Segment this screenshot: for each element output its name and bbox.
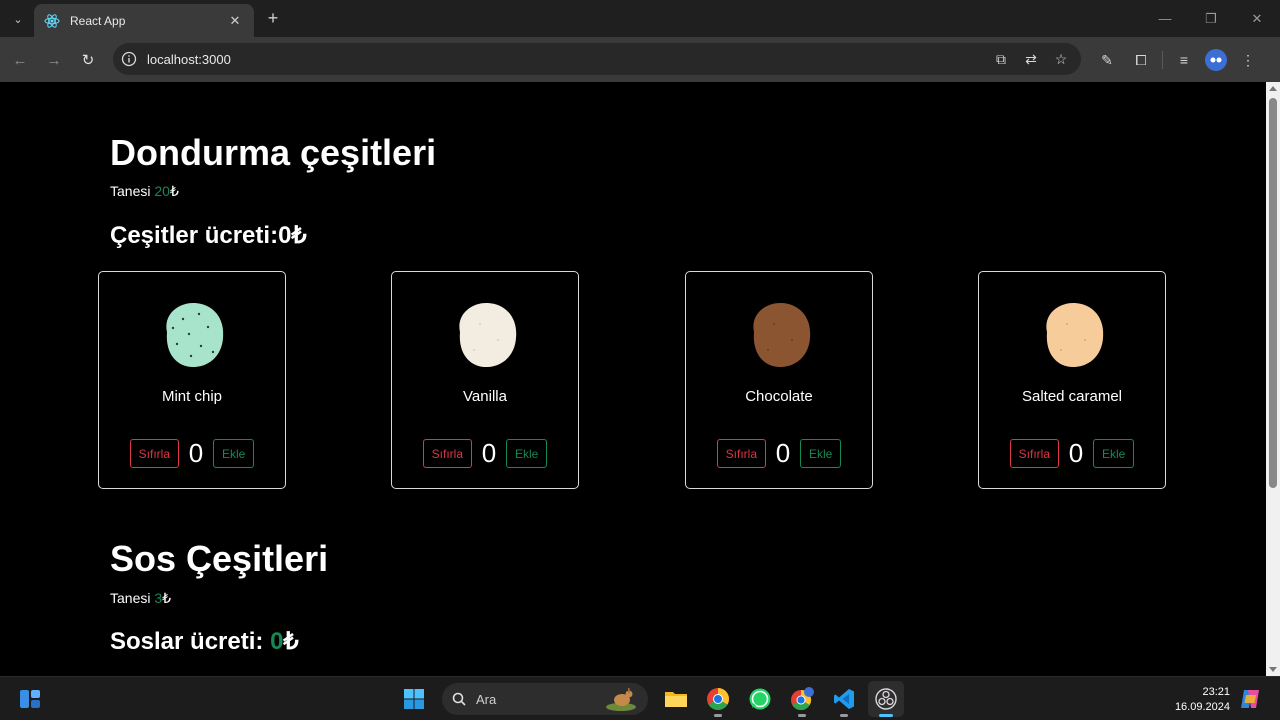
obs-icon[interactable] [868,681,904,717]
total-currency: ₺ [283,628,299,655]
icecream-total: Çeşitler ücreti:0₺ [110,221,307,250]
menu-kebab-icon[interactable]: ⋮ [1235,48,1261,72]
total-currency: ₺ [291,222,307,249]
mint-chip-scoop-image [166,302,224,368]
page-viewport: Dondurma çeşitleri Tanesi 20₺ Çeşitler ü… [0,82,1266,676]
icecream-unit-price: Tanesi 20₺ [110,183,179,200]
chocolate-scoop-image [753,302,811,368]
search-icon [452,692,466,706]
copilot-icon[interactable] [1238,687,1262,711]
site-info-icon[interactable] [121,51,137,67]
search-label: Ara [476,691,497,707]
currency-symbol: ₺ [169,183,179,199]
browser-toolbar: ← → ↻ localhost:3000 ⧉ ⇄ ☆ ✎ ⧠ ≡ ⋮ [0,37,1280,82]
widgets-icon[interactable] [18,687,42,711]
unit-label: Tanesi [110,183,155,199]
url-text[interactable]: localhost:3000 [147,52,991,67]
scrollbar-thumb[interactable] [1269,98,1277,488]
vanilla-scoop-image [459,302,517,368]
flavor-card-chocolate: Chocolate Sıfırla 0 Ekle [685,271,873,489]
taskbar: Ara 23:21 16.09.2024 [0,676,1280,720]
flavor-card-vanilla: Vanilla Sıfırla 0 Ekle [391,271,579,489]
flavor-name: Salted caramel [1021,388,1123,405]
page-scrollbar[interactable] [1266,82,1280,676]
reset-button[interactable]: Sıfırla [716,439,766,468]
sauce-total: Soslar ücreti: 0₺ [110,627,299,656]
bookmark-star-icon[interactable]: ☆ [1051,49,1071,69]
scroll-up-icon[interactable] [1269,86,1277,91]
flavor-count: 0 [775,438,791,468]
install-app-icon[interactable]: ⧉ [991,49,1011,69]
color-picker-icon[interactable]: ✎ [1094,48,1120,72]
browser-tab[interactable]: React App ✕ [34,4,254,37]
unit-price-value: 20 [154,183,170,199]
close-tab-icon[interactable]: ✕ [226,13,244,29]
chrome-icon[interactable] [700,681,736,717]
unit-label: Tanesi [110,590,155,606]
flavor-card-salted-caramel: Salted caramel Sıfırla 0 Ekle [978,271,1166,489]
clock-time: 23:21 [1202,686,1230,698]
tab-title: React App [70,13,126,28]
media-controls-icon[interactable]: ≡ [1171,48,1197,72]
reset-button[interactable]: Sıfırla [129,439,179,468]
unit-price-value: 3 [154,590,163,606]
profile-avatar-icon[interactable] [1205,49,1227,71]
search-highlight-icon [606,688,636,711]
flavor-count: 0 [1068,438,1084,468]
toolbar-separator [1162,51,1163,69]
windows-start-icon[interactable] [396,681,432,717]
add-button[interactable]: Ekle [506,439,548,468]
clock-date: 16.09.2024 [1174,701,1230,713]
flavor-name: Mint chip [161,388,223,405]
flavor-count: 0 [188,438,204,468]
flavor-name: Chocolate [745,388,813,405]
total-value: 0 [270,628,284,655]
taskbar-search[interactable]: Ara [442,683,648,715]
translate-icon[interactable]: ⇄ [1021,49,1041,69]
vscode-icon[interactable] [826,681,862,717]
reload-icon[interactable]: ↻ [76,48,100,72]
flavor-card-mint-chip: Mint chip Sıfırla 0 Ekle [98,271,286,489]
address-bar[interactable]: localhost:3000 ⧉ ⇄ ☆ [113,43,1081,75]
file-explorer-icon[interactable] [658,681,694,717]
sauce-unit-price: Tanesi 3₺ [110,590,171,607]
currency-symbol: ₺ [162,590,172,606]
scroll-down-icon[interactable] [1269,667,1277,672]
total-value: 0 [278,222,292,249]
react-favicon-icon [44,13,60,28]
tab-search-icon[interactable]: ⌄ [6,7,30,31]
extensions-icon[interactable]: ⧠ [1128,48,1154,72]
restore-icon[interactable]: ❐ [1188,0,1234,37]
add-button[interactable]: Ekle [213,439,255,468]
tab-strip: ⌄ React App ✕ + — ❐ ✕ [0,0,1280,37]
close-window-icon[interactable]: ✕ [1234,0,1280,37]
flavor-name: Vanilla [463,388,507,405]
whatsapp-icon[interactable] [742,681,778,717]
chrome-profile-icon[interactable] [784,681,820,717]
flavor-count: 0 [481,438,497,468]
total-label: Çeşitler ücreti: [110,222,279,249]
add-button[interactable]: Ekle [800,439,842,468]
back-icon[interactable]: ← [8,48,32,72]
icecream-title: Dondurma çeşitleri [110,132,437,173]
new-tab-icon[interactable]: + [262,8,284,30]
system-clock[interactable]: 23:21 16.09.2024 [1158,685,1230,715]
salted-caramel-scoop-image [1046,302,1104,368]
add-button[interactable]: Ekle [1093,439,1135,468]
reset-button[interactable]: Sıfırla [422,439,472,468]
reset-button[interactable]: Sıfırla [1009,439,1059,468]
total-label: Soslar ücreti: [110,628,271,655]
forward-icon[interactable]: → [42,48,66,72]
sauce-title: Sos Çeşitleri [110,538,329,579]
minimize-icon[interactable]: — [1142,0,1188,37]
